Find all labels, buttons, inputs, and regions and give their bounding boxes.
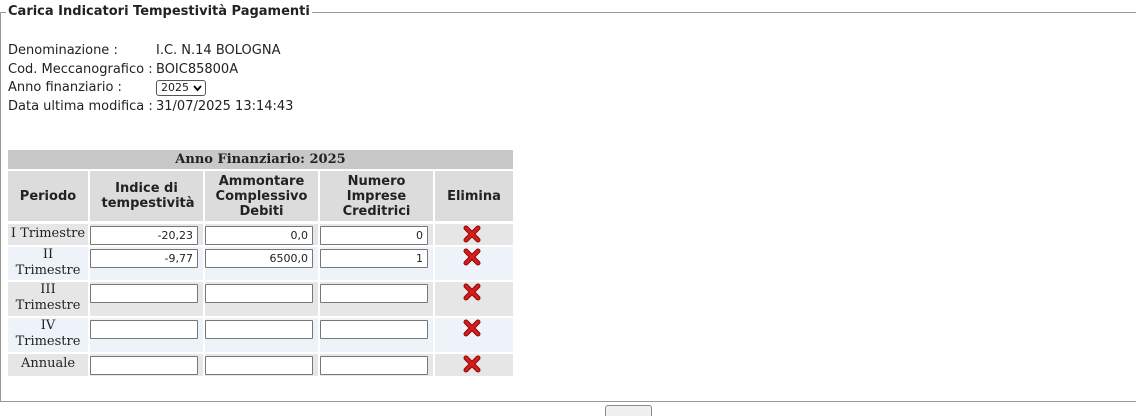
ammontare-input[interactable]: 6500,0: [205, 249, 313, 268]
anno-finanziario-select[interactable]: 2025: [156, 80, 206, 96]
header-periodo: Periodo: [8, 171, 88, 221]
header-indice: Indice di tempestività: [90, 171, 203, 221]
header-numero: Numero Imprese Creditrici: [320, 171, 433, 221]
numero-input[interactable]: 1: [320, 249, 428, 268]
indice-input[interactable]: -9,77: [90, 249, 198, 268]
header-numero-label: Numero Imprese Creditrici: [342, 173, 411, 219]
delete-icon[interactable]: [463, 283, 481, 301]
codice-label: Cod. Meccanografico :: [8, 61, 153, 77]
header-ammontare: Ammontare Complessivo Debiti: [205, 171, 318, 221]
fieldset-border-bottom: [0, 401, 1136, 402]
header-elimina: Elimina: [435, 171, 513, 221]
indicatori-table: Anno Finanziario: 2025 Periodo Indice di…: [8, 150, 513, 376]
table-row: Annuale: [8, 354, 513, 376]
periodo-label: I Trimestre: [10, 226, 86, 241]
numero-input[interactable]: [320, 356, 428, 375]
fieldset-border-left: [0, 12, 1, 402]
table-row: IV Trimestre: [8, 318, 513, 352]
ammontare-input[interactable]: [205, 356, 313, 375]
periodo-label: II Trimestre: [15, 247, 81, 278]
data-modifica-value: 31/07/2025 13:14:43: [156, 98, 294, 114]
header-ammontare-label: Ammontare Complessivo Debiti: [215, 173, 308, 219]
delete-icon[interactable]: [463, 225, 481, 243]
delete-icon[interactable]: [463, 248, 481, 266]
delete-icon[interactable]: [463, 355, 481, 373]
periodo-label: Annuale: [20, 356, 76, 371]
table-title: Anno Finanziario: 2025: [8, 150, 513, 169]
header-indice-label: Indice di tempestività: [101, 181, 195, 211]
anno-selected-value: 2025: [161, 81, 189, 94]
anno-label: Anno finanziario :: [8, 80, 122, 95]
denominazione-value: I.C. N.14 BOLOGNA: [156, 43, 281, 58]
numero-input[interactable]: 0: [320, 226, 428, 245]
ammontare-input[interactable]: [205, 320, 313, 339]
indice-input[interactable]: [90, 284, 198, 303]
denominazione-label: Denominazione :: [8, 43, 118, 58]
ammontare-input[interactable]: 0,0: [205, 226, 313, 245]
periodo-label: IV Trimestre: [15, 318, 81, 349]
submit-button[interactable]: [605, 405, 652, 416]
header-periodo-label: Periodo: [19, 188, 77, 204]
data-modifica-label: Data ultima modifica :: [8, 98, 153, 114]
table-row: II Trimestre -9,77 6500,0 1: [8, 247, 513, 280]
table-row: III Trimestre: [8, 282, 513, 316]
table-row: I Trimestre -20,23 0,0 0: [8, 224, 513, 245]
delete-icon[interactable]: [463, 319, 481, 337]
indice-input[interactable]: [90, 320, 198, 339]
indice-input[interactable]: -20,23: [90, 226, 198, 245]
numero-input[interactable]: [320, 284, 428, 303]
indice-input[interactable]: [90, 356, 198, 375]
form-legend: Carica Indicatori Tempestività Pagamenti: [6, 4, 312, 19]
numero-input[interactable]: [320, 320, 428, 339]
periodo-label: III Trimestre: [15, 282, 81, 313]
ammontare-input[interactable]: [205, 284, 313, 303]
header-elimina-label: Elimina: [447, 188, 501, 204]
codice-value: BOIC85800A: [156, 61, 239, 77]
